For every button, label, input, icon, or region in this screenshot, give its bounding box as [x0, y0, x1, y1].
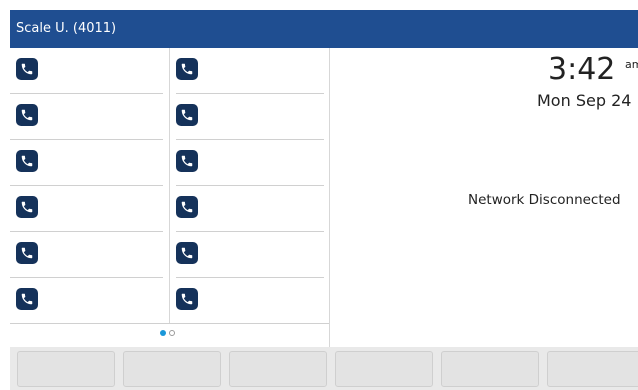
phone-screen: Scale U. (4011) 3:42 am Mon Sep 24 Netwo…: [10, 10, 638, 390]
phone-icon: [176, 288, 198, 310]
line-key[interactable]: [170, 232, 330, 278]
softkey-bar: [10, 347, 638, 390]
idle-display: 3:42 am Mon Sep 24 Network Disconnected: [331, 48, 638, 347]
page-indicator[interactable]: [160, 330, 175, 336]
phone-icon: [176, 150, 198, 172]
line-title: Scale U. (4011): [16, 21, 117, 36]
softkey-2[interactable]: [123, 351, 221, 387]
phone-icon: [16, 242, 38, 264]
phone-icon: [16, 58, 38, 80]
line-key[interactable]: [10, 48, 169, 94]
clock-time: 3:42: [548, 52, 616, 87]
page-dot[interactable]: [169, 330, 175, 336]
line-key[interactable]: [10, 278, 169, 324]
phone-icon: [176, 104, 198, 126]
phone-icon: [176, 196, 198, 218]
network-status: Network Disconnected: [468, 192, 621, 208]
phone-icon: [16, 196, 38, 218]
line-key[interactable]: [170, 94, 330, 140]
line-key[interactable]: [10, 140, 169, 186]
phone-icon: [176, 58, 198, 80]
divider: [10, 323, 329, 324]
line-key[interactable]: [170, 140, 330, 186]
line-key[interactable]: [10, 94, 169, 140]
softkey-6[interactable]: [547, 351, 638, 387]
phone-icon: [16, 288, 38, 310]
line-key[interactable]: [170, 278, 330, 324]
page-dot-active[interactable]: [160, 330, 166, 336]
phone-icon: [16, 104, 38, 126]
clock-ampm: am: [625, 58, 638, 71]
line-key[interactable]: [10, 186, 169, 232]
line-key[interactable]: [170, 186, 330, 232]
title-bar: Scale U. (4011): [10, 10, 638, 48]
softkey-1[interactable]: [17, 351, 115, 387]
phone-icon: [176, 242, 198, 264]
softkey-5[interactable]: [441, 351, 539, 387]
softkey-3[interactable]: [229, 351, 327, 387]
softkey-4[interactable]: [335, 351, 433, 387]
line-keys-column-right: [170, 48, 330, 324]
line-keys-column-left: [10, 48, 170, 324]
clock-date: Mon Sep 24: [537, 91, 632, 110]
line-key[interactable]: [170, 48, 330, 94]
phone-icon: [16, 150, 38, 172]
line-keys-panel: [10, 48, 330, 347]
line-key[interactable]: [10, 232, 169, 278]
